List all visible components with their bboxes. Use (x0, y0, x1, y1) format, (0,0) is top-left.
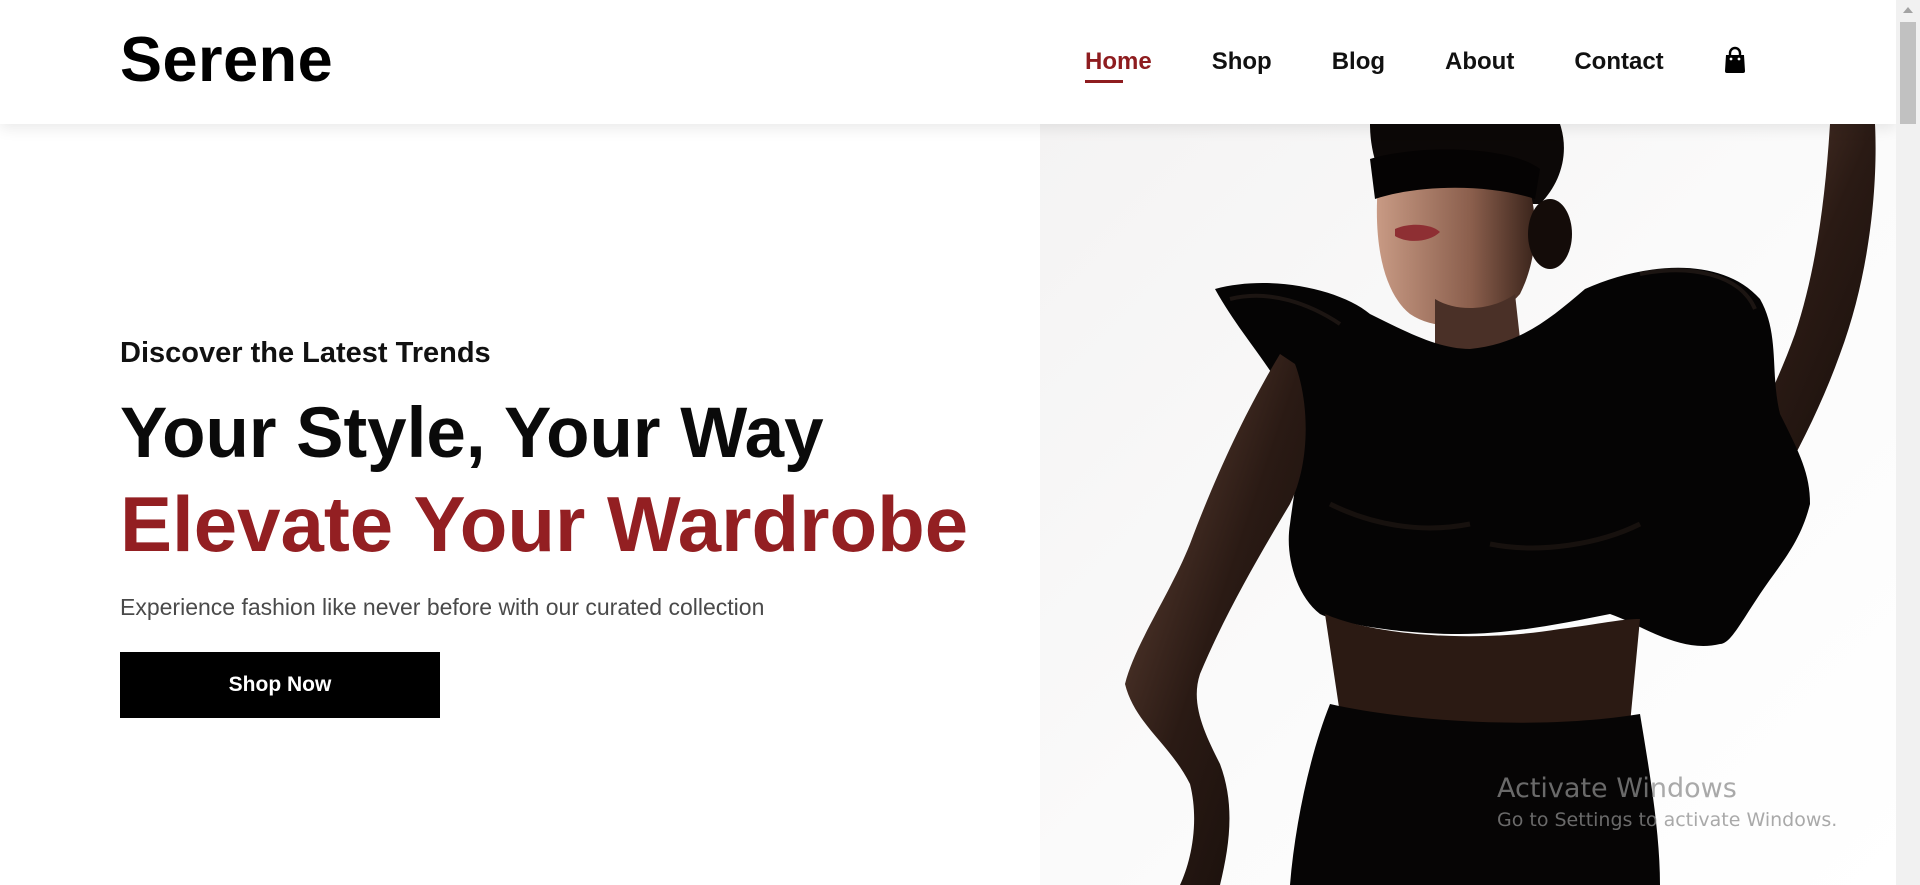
watermark-title: Activate Windows (1497, 773, 1737, 804)
hero-content: Discover the Latest Trends Your Style, Y… (120, 0, 1020, 885)
shopping-bag-icon[interactable] (1723, 46, 1747, 74)
nav-link-contact[interactable]: Contact (1574, 44, 1663, 80)
scroll-up-arrow-icon[interactable] (1903, 7, 1913, 13)
nav-link-about[interactable]: About (1445, 44, 1514, 80)
site-header: Serene Home Shop Blog About Contact (0, 0, 1896, 124)
hero-headline-accent: Elevate Your Wardrobe (120, 480, 969, 568)
active-nav-indicator (1085, 80, 1123, 83)
hero-subtext: Experience fashion like never before wit… (120, 594, 765, 620)
page: Serene Home Shop Blog About Contact Disc… (0, 0, 1920, 885)
shop-now-button[interactable]: Shop Now (120, 652, 440, 718)
page-scrollbar[interactable] (1896, 0, 1920, 885)
nav-link-shop[interactable]: Shop (1212, 44, 1272, 80)
nav-link-home-label: Home (1085, 48, 1152, 75)
main-nav: Home Shop Blog About Contact (1085, 44, 1724, 83)
nav-link-blog[interactable]: Blog (1332, 44, 1385, 80)
hero-headline: Your Style, Your Way (120, 394, 824, 473)
nav-link-home[interactable]: Home (1085, 44, 1152, 83)
windows-activation-watermark: Activate Windows Go to Settings to activ… (1497, 772, 1837, 834)
watermark-subtitle: Go to Settings to activate Windows. (1497, 809, 1838, 831)
hero-eyebrow: Discover the Latest Trends (120, 337, 491, 369)
hero-model-image (1040, 124, 1896, 885)
brand-logo[interactable]: Serene (120, 24, 333, 96)
scrollbar-thumb[interactable] (1900, 22, 1916, 124)
